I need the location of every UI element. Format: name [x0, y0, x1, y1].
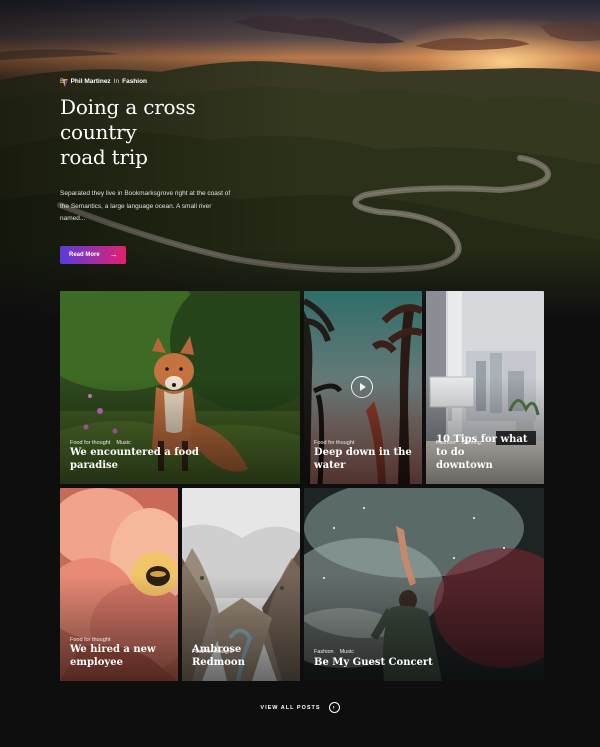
view-all-label: VIEW ALL POSTS	[260, 704, 321, 711]
post-card[interactable]: Fashion Music Be My Guest Concert	[304, 488, 544, 681]
tag-link[interactable]: Music	[340, 649, 354, 655]
post-card[interactable]: Food for thought Deep down in the water	[304, 291, 422, 484]
card-title-line-1: Deep down in the	[314, 447, 412, 458]
category-link[interactable]: Fashion	[122, 78, 147, 85]
page: By Phil Martinez In Fashion Doing a cros…	[0, 0, 600, 747]
hero-featured-post[interactable]: By Phil Martinez In Fashion Doing a cros…	[0, 0, 600, 320]
post-card[interactable]: Food for thought Ambrose Redmoon	[182, 488, 300, 681]
card-title-line-2: employee	[70, 657, 123, 668]
author-logo-icon	[62, 79, 68, 87]
card-title-line-1: Be My Guest Concert	[314, 657, 433, 668]
card-title-line-2: water	[314, 460, 346, 471]
card-title-line-1: 10 Tips for what to do	[436, 434, 528, 458]
post-card[interactable]: Food for thought Music We encountered a …	[60, 291, 300, 484]
card-title[interactable]: 10 Tips for what to do downtown	[436, 433, 536, 472]
hero-title-line-1: Doing a cross country	[60, 95, 196, 144]
hero-title[interactable]: Doing a cross country road trip	[60, 95, 270, 170]
card-title-line-1: Ambrose Redmoon	[192, 644, 245, 668]
hero-title-line-2: road trip	[60, 145, 148, 169]
card-title-line-1: We hired a new	[70, 644, 156, 655]
post-card[interactable]: Fashion Gaming 10 Tips for what to do do…	[426, 291, 544, 484]
hero-excerpt: Separated they live in Bookmarksgrove ri…	[60, 190, 231, 222]
card-title[interactable]: Be My Guest Concert	[314, 656, 536, 669]
hero-content: By Phil Martinez In Fashion Doing a cros…	[60, 78, 270, 264]
view-all-posts-link[interactable]: VIEW ALL POSTS ›	[0, 702, 600, 713]
read-more-button[interactable]: Read More →	[60, 245, 126, 264]
card-title-line-2: downtown	[436, 460, 493, 471]
card-tags: Fashion Music	[314, 649, 354, 655]
card-title[interactable]: Ambrose Redmoon	[192, 643, 292, 669]
card-title-line-2: paradise	[70, 460, 119, 471]
post-byline: By Phil Martinez In Fashion	[60, 78, 270, 87]
read-more-label: Read More	[69, 251, 100, 258]
card-title[interactable]: Deep down in the water	[314, 446, 414, 472]
card-title-line-1: We encountered a food	[70, 447, 199, 458]
post-card[interactable]: Food for thought We hired a new employee	[60, 488, 178, 681]
chevron-right-icon: ›	[328, 702, 340, 713]
arrow-right-icon: →	[109, 249, 118, 259]
tag-link[interactable]: Fashion	[314, 649, 334, 655]
card-title[interactable]: We hired a new employee	[70, 643, 170, 669]
author-link[interactable]: Phil Martinez	[71, 78, 111, 85]
card-title[interactable]: We encountered a food paradise	[70, 446, 292, 472]
byline-in: In	[113, 78, 120, 85]
